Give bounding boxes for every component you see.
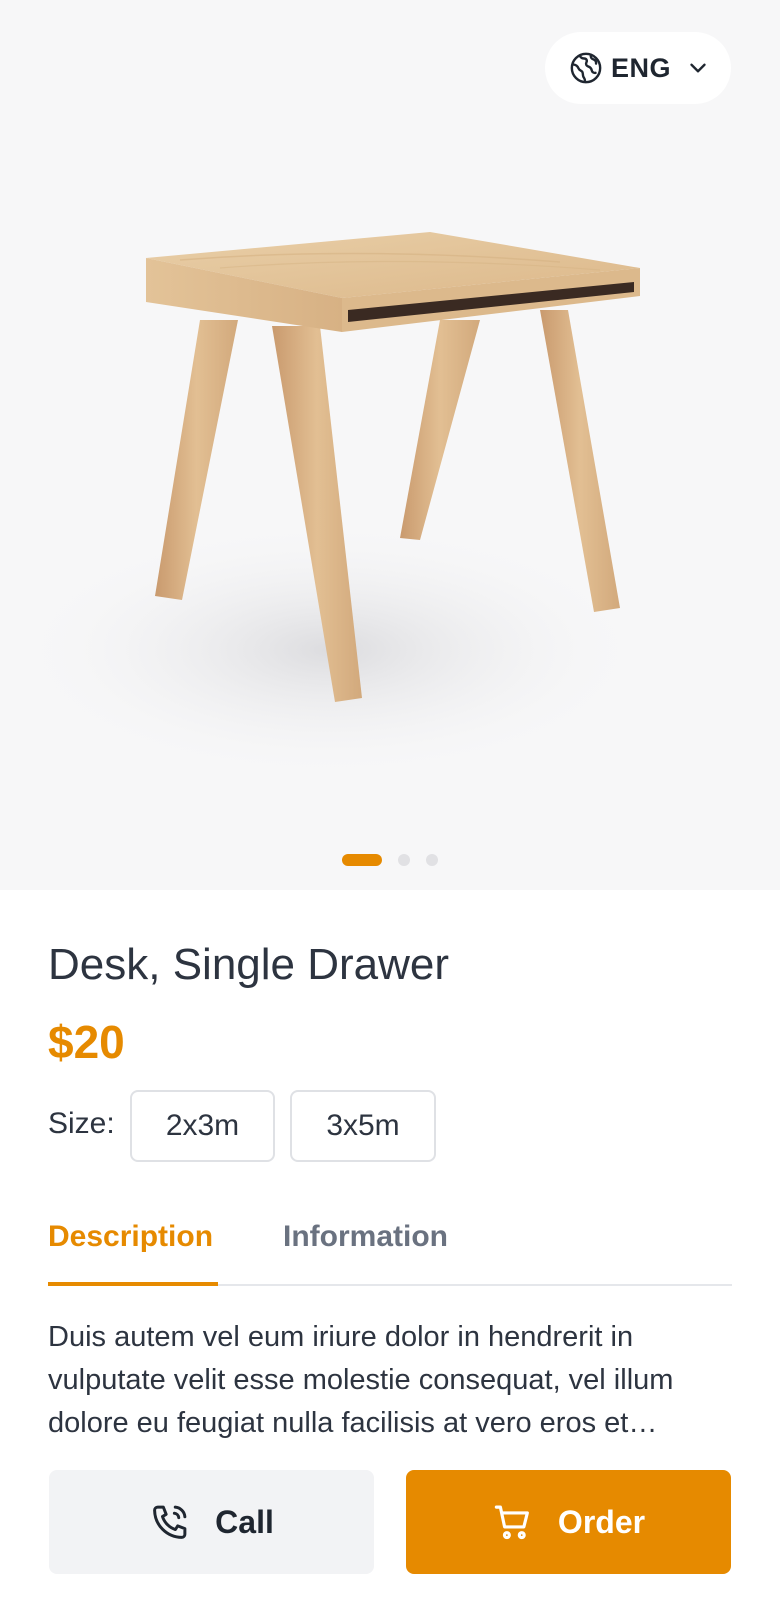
call-button-label: Call xyxy=(215,1503,274,1540)
call-button[interactable]: Call xyxy=(49,1470,374,1574)
size-label: Size: xyxy=(48,1107,115,1140)
order-button-label: Order xyxy=(557,1503,646,1540)
language-selector[interactable]: ENG xyxy=(545,32,731,104)
product-title: Desk, Single Drawer xyxy=(48,940,450,989)
cart-icon xyxy=(494,1505,529,1540)
carousel-dot[interactable] xyxy=(426,854,438,866)
carousel-dot-active[interactable] xyxy=(342,854,382,866)
chevron-down-icon xyxy=(690,63,706,73)
product-tabs: Description Information xyxy=(48,1210,732,1286)
product-image-carousel[interactable]: ENG xyxy=(0,0,780,890)
desk-product-image xyxy=(10,232,650,780)
tab-description[interactable]: Description xyxy=(48,1210,218,1286)
size-option-3x5m[interactable]: 3x5m xyxy=(290,1090,436,1162)
order-button[interactable]: Order xyxy=(406,1470,731,1574)
product-price: $20 xyxy=(48,1016,125,1068)
globe-icon xyxy=(570,52,602,84)
product-description: Duis autem vel eum iriure dolor in hendr… xyxy=(48,1321,674,1439)
carousel-dot[interactable] xyxy=(398,854,410,866)
size-option-2x3m[interactable]: 2x3m xyxy=(130,1090,275,1162)
carousel-indicators xyxy=(0,852,780,868)
phone-icon xyxy=(153,1505,187,1539)
language-label: ENG xyxy=(611,52,672,83)
tab-information[interactable]: Information xyxy=(283,1210,448,1286)
